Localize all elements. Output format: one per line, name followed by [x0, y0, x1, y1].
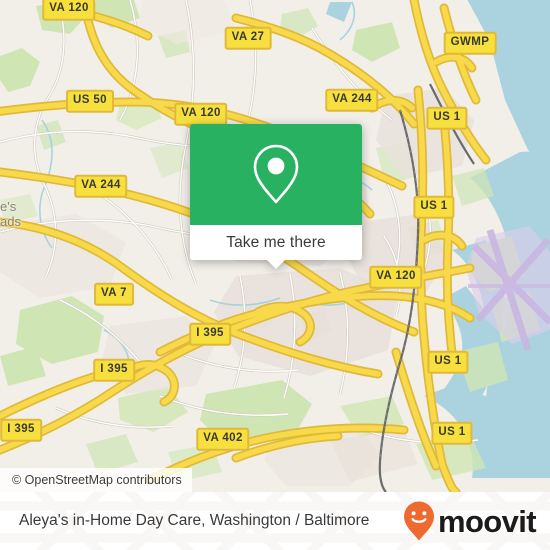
location-popup-card[interactable]: Take me there	[190, 124, 362, 269]
map-attribution[interactable]: © OpenStreetMap contributors	[0, 468, 192, 492]
location-title: Aleya's in-Home Day Care, Washington / B…	[19, 512, 370, 529]
attribution-text: © OpenStreetMap contributors	[12, 473, 182, 487]
road-shield-us1-se: US 1	[431, 421, 473, 445]
place-label: e's ads	[0, 199, 21, 229]
road-shield-va120-e: VA 120	[369, 265, 423, 289]
road-shield-us1-n: US 1	[426, 106, 468, 130]
road-shield-i395-sw: I 395	[0, 418, 42, 442]
road-shield-va244-w: VA 244	[74, 174, 128, 198]
road-shield-us50: US 50	[66, 89, 114, 113]
road-shield-us1-s: US 1	[427, 350, 469, 374]
road-shield-va120-mid: VA 120	[174, 102, 228, 126]
road-shield-va244-n: VA 244	[325, 88, 379, 112]
moovit-logo: moovit	[402, 500, 537, 542]
road-shield-va7: VA 7	[94, 282, 134, 306]
map-canvas[interactable]: e's ads VA 120 VA 27 GWMP US 50 VA 120 V…	[0, 0, 550, 492]
screenshot-root: e's ads VA 120 VA 27 GWMP US 50 VA 120 V…	[0, 0, 550, 550]
road-shield-i395-mid: I 395	[93, 358, 135, 382]
take-me-there-button[interactable]: Take me there	[190, 225, 362, 260]
road-shield-us1-mid: US 1	[413, 195, 455, 219]
popup-image-area	[190, 124, 362, 225]
road-shield-va27: VA 27	[224, 26, 272, 50]
map-pin-icon	[253, 144, 299, 203]
road-shield-i395-e: I 395	[189, 322, 231, 346]
footer-bar: Aleya's in-Home Day Care, Washington / B…	[0, 492, 550, 550]
moovit-wordmark: moovit	[437, 503, 537, 539]
road-shield-gwmp: GWMP	[443, 31, 497, 55]
moovit-smiley-pin-icon	[403, 501, 434, 541]
road-shield-va120-nw: VA 120	[42, 0, 96, 21]
road-shield-va402: VA 402	[196, 427, 250, 451]
popup-pointer-tail	[266, 259, 286, 269]
